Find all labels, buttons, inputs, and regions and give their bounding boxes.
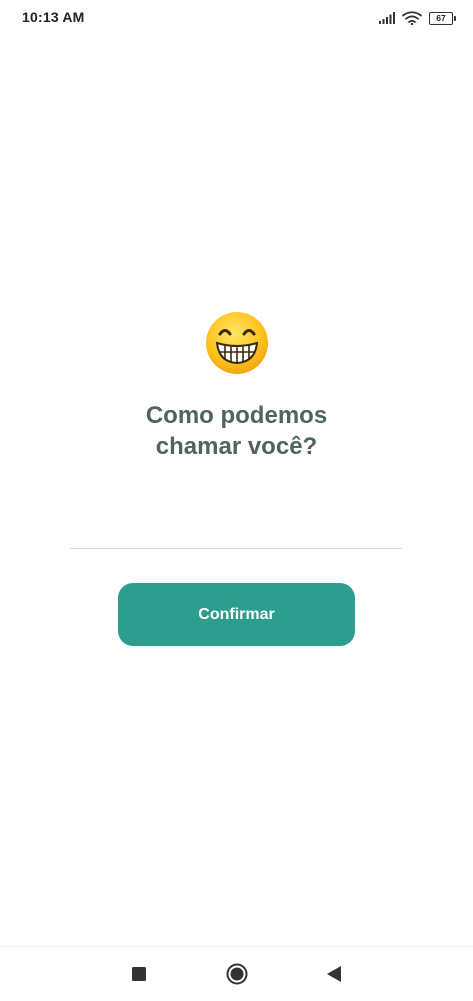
page-title: Como podemos chamar você? [0, 400, 473, 462]
home-circle-icon [226, 963, 248, 985]
status-bar: 10:13 AM 67 [0, 0, 473, 36]
battery-level: 67 [436, 13, 446, 23]
recents-button[interactable] [122, 957, 156, 991]
title-line-1: Como podemos [145, 402, 328, 429]
status-time: 10:13 AM [22, 9, 85, 25]
navigation-bar [0, 946, 473, 1001]
home-button[interactable] [220, 957, 254, 991]
battery-icon: 67 [429, 11, 456, 25]
signal-icon [379, 12, 395, 24]
grinning-face-emoji-icon [206, 312, 268, 374]
back-button[interactable] [317, 957, 351, 991]
name-input[interactable] [70, 518, 402, 549]
confirm-button[interactable]: Confirmar [118, 583, 355, 646]
wifi-icon [402, 11, 422, 25]
status-icons: 67 [379, 9, 456, 27]
title-line-2: chamar você? [155, 433, 318, 460]
back-triangle-icon [327, 966, 341, 982]
recents-square-icon [132, 967, 146, 981]
